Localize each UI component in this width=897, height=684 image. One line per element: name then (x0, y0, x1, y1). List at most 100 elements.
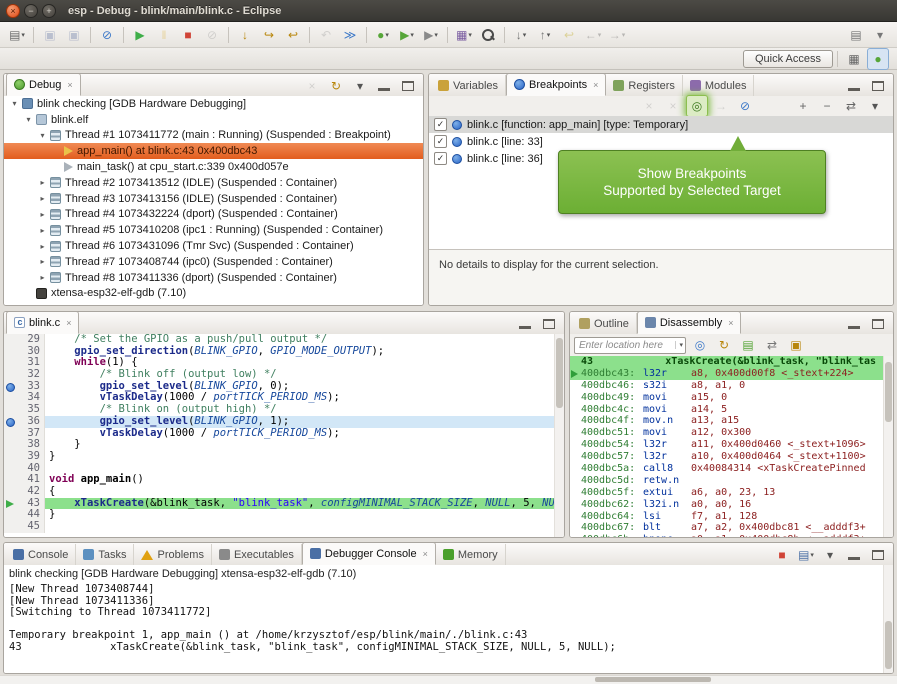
view-menu-icon[interactable]: ▾ (864, 95, 886, 117)
open-perspective-icon[interactable]: ▦ (843, 48, 865, 70)
breakpoint-icon[interactable] (4, 381, 17, 393)
code-line[interactable]: 45 (4, 521, 564, 533)
debug-tree-item[interactable]: ▸Thread #2 1073413512 (IDLE) (Suspended … (4, 175, 423, 191)
code-line[interactable]: 43 xTaskCreate(&blink_task, "blink_task"… (4, 498, 564, 510)
checkbox[interactable]: ✓ (434, 135, 447, 148)
view-menu-icon[interactable]: ▾ (349, 75, 371, 97)
code-line[interactable]: 39} (4, 451, 564, 463)
disassembly-row[interactable]: 400dbc5f:extuia6, a0, 23, 13 (570, 487, 893, 499)
debug-tree-item[interactable]: xtensa-esp32-elf-gdb (7.10) (4, 286, 423, 302)
drop-to-frame-icon[interactable]: ↶ (315, 24, 337, 46)
open-console-icon[interactable]: ▤▾ (795, 544, 817, 566)
code-line[interactable]: 41void app_main() (4, 474, 564, 486)
twistie-icon[interactable]: ▸ (36, 273, 49, 282)
minimize-view-icon[interactable] (843, 313, 865, 335)
tab-outline[interactable]: Outline (572, 313, 637, 334)
disassembly-row[interactable]: 400dbc5d:retw.n (570, 475, 893, 487)
twistie-icon[interactable]: ▸ (36, 210, 49, 219)
debug-tree-item[interactable]: ▸Thread #8 1073411336 (dport) (Suspended… (4, 270, 423, 286)
link-with-debug-icon[interactable]: ⇄ (840, 95, 862, 117)
go-to-file-icon[interactable]: → (710, 95, 732, 117)
disassembly-row[interactable]: 400dbc5a:call80x40084314 <xTaskCreatePin… (570, 463, 893, 475)
close-icon[interactable]: × (728, 318, 733, 328)
remove-all-breakpoints-icon[interactable]: × (662, 95, 684, 117)
step-into-icon[interactable]: ↓ (234, 24, 256, 46)
instruction-pointer-icon[interactable] (4, 498, 17, 510)
disassembly-row[interactable]: 400dbc64:lsif7, a1, 128 (570, 511, 893, 523)
forward-icon[interactable]: →▾ (606, 24, 628, 46)
disassembly-listing[interactable]: 43 xTaskCreate(&blink_task, "blink_tas40… (570, 356, 893, 537)
maximize-view-icon[interactable] (867, 544, 889, 566)
expand-all-icon[interactable]: + (792, 95, 814, 117)
checkbox[interactable]: ✓ (434, 152, 447, 165)
debug-tree-item[interactable]: ▸Thread #3 1073413156 (IDLE) (Suspended … (4, 191, 423, 207)
save-all-icon[interactable]: ▣ (63, 24, 85, 46)
tab-console[interactable]: Console (6, 544, 76, 565)
tab-variables[interactable]: Variables (431, 75, 506, 96)
show-supported-breakpoints-icon[interactable]: ◎ (686, 95, 708, 117)
suspend-icon[interactable]: ‖ (153, 24, 175, 46)
close-icon[interactable]: × (67, 80, 72, 90)
chevron-down-icon[interactable]: ▾ (675, 341, 683, 349)
resume-icon[interactable]: ▶ (129, 24, 151, 46)
tab-modules[interactable]: Modules (683, 75, 755, 96)
debug-tree-item[interactable]: ▾blink checking [GDB Hardware Debugging] (4, 96, 423, 112)
breakpoint-item[interactable]: ✓blink.c [line: 33] (429, 133, 893, 150)
instruction-stepping-icon[interactable]: ≫ (339, 24, 361, 46)
last-edit-location-icon[interactable]: ↩ (558, 24, 580, 46)
tab-executables[interactable]: Executables (212, 544, 302, 565)
tab-breakpoints[interactable]: Breakpoints× (506, 73, 606, 96)
terminate-icon[interactable]: ■ (771, 544, 793, 566)
back-icon[interactable]: ←▾ (582, 24, 604, 46)
disassembly-row[interactable]: 400dbc6b:bnonea0, a1, 0x400dbc8b <__addd… (570, 534, 893, 537)
maximize-window-button[interactable]: + (42, 4, 56, 18)
save-icon[interactable]: ▣ (39, 24, 61, 46)
scrollbar-handle[interactable] (885, 621, 892, 669)
breakpoint-icon[interactable] (4, 416, 17, 428)
debug-tree-item[interactable]: ▾blink.elf (4, 112, 423, 128)
collapse-all-icon[interactable]: − (816, 95, 838, 117)
code-line[interactable]: 37 vTaskDelay(1000 / portTICK_PERIOD_MS)… (4, 428, 564, 440)
disassembly-row[interactable]: 400dbc62:l32i.na0, a0, 16 (570, 499, 893, 511)
editor-scrollbar[interactable] (554, 334, 564, 537)
track-expression-icon[interactable]: ⇄ (761, 334, 783, 356)
debug-perspective-icon[interactable]: ● (867, 48, 889, 70)
location-input[interactable] (577, 339, 669, 352)
tab-disassembly[interactable]: Disassembly× (637, 311, 742, 334)
disconnect-icon[interactable]: ⊘ (201, 24, 223, 46)
twistie-icon[interactable]: ▸ (36, 257, 49, 266)
disassembly-row[interactable]: 400dbc43:l32ra8, 0x400d00f8 <_stext+224> (570, 368, 893, 380)
debug-tree-item[interactable]: ▾Thread #1 1073411772 (main : Running) (… (4, 128, 423, 144)
minimize-view-icon[interactable] (843, 544, 865, 566)
debug-tree-item[interactable]: ▸Thread #5 1073410208 (ipc1 : Running) (… (4, 222, 423, 238)
tab-debugger-console[interactable]: Debugger Console× (302, 542, 436, 565)
code-editor[interactable]: 29 /* Set the GPIO as a push/pull output… (4, 334, 564, 537)
minimize-view-icon[interactable] (514, 313, 536, 335)
next-annotation-icon[interactable]: ↓▾ (510, 24, 532, 46)
new-wizard-icon[interactable]: ▤▾ (6, 24, 28, 46)
disassembly-row[interactable]: 400dbc4c:movia14, 5 (570, 404, 893, 416)
step-return-icon[interactable]: ↩ (282, 24, 304, 46)
close-icon[interactable]: × (66, 318, 71, 328)
twistie-icon[interactable]: ▾ (22, 115, 35, 124)
debug-tree-item[interactable]: ▸Thread #7 1073408744 (ipc0) (Suspended … (4, 254, 423, 270)
disassembly-row[interactable]: 43 xTaskCreate(&blink_task, "blink_tas (570, 356, 893, 368)
terminate-icon[interactable]: ■ (177, 24, 199, 46)
disassembly-row[interactable]: 400dbc57:l32ra10, 0x400d0464 <_stext+110… (570, 451, 893, 463)
minimize-view-icon[interactable] (373, 75, 395, 97)
horizontal-scrollbar[interactable] (0, 675, 897, 684)
tab-blink-c[interactable]: blink.c × (6, 311, 79, 334)
twistie-icon[interactable]: ▸ (36, 194, 49, 203)
remove-breakpoint-icon[interactable]: × (638, 95, 660, 117)
minimize-window-button[interactable]: − (24, 4, 38, 18)
debug-tree-item[interactable]: ▸Thread #4 1073432224 (dport) (Suspended… (4, 207, 423, 223)
twistie-icon[interactable]: ▾ (8, 99, 21, 108)
new-project-icon[interactable]: ▦▾ (453, 24, 475, 46)
scrollbar-handle[interactable] (885, 362, 892, 422)
scrollbar-handle[interactable] (595, 677, 711, 682)
console-scrollbar[interactable] (883, 565, 893, 673)
restart-icon[interactable]: ↻ (325, 75, 347, 97)
disassembly-row[interactable]: 400dbc46:s32ia8, a1, 0 (570, 380, 893, 392)
remove-all-terminated-icon[interactable]: × (301, 75, 323, 97)
tab-tasks[interactable]: Tasks (76, 544, 134, 565)
